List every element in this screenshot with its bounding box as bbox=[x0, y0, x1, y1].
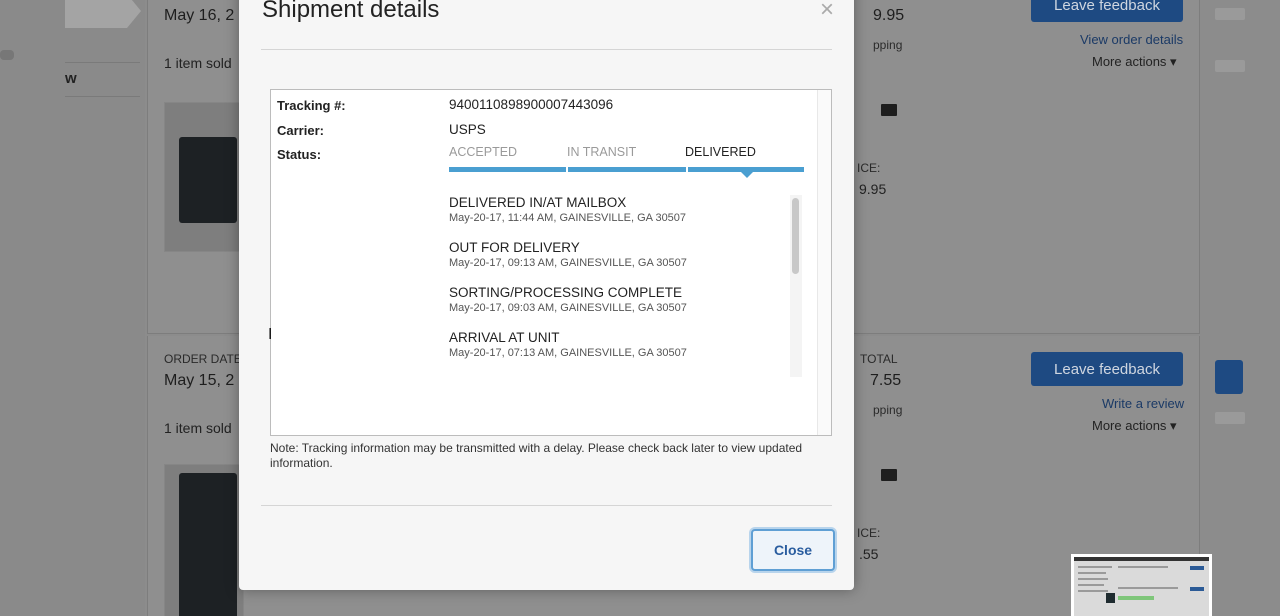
nav-dot bbox=[0, 50, 14, 60]
list-item: DELIVERED IN/AT MAILBOX May-20-17, 11:44… bbox=[449, 195, 794, 240]
preview-image bbox=[1106, 593, 1115, 603]
item-thumbnail[interactable] bbox=[164, 464, 244, 616]
order-date: May 15, 2 bbox=[164, 372, 235, 389]
preview-line bbox=[1078, 590, 1108, 592]
tracking-note: Note: Tracking information may be transm… bbox=[270, 441, 803, 470]
item-image bbox=[179, 473, 237, 616]
nav-divider bbox=[65, 96, 140, 97]
order-total-label: TOTAL bbox=[860, 352, 898, 366]
dialog-title: Shipment details bbox=[262, 0, 440, 23]
scrollbar-thumb[interactable] bbox=[792, 198, 799, 274]
tracking-events-list: DELIVERED IN/AT MAILBOX May-20-17, 11:44… bbox=[449, 195, 794, 380]
close-icon[interactable]: × bbox=[820, 0, 834, 22]
panel-scrollbar[interactable] bbox=[817, 90, 831, 435]
preview-line bbox=[1078, 566, 1112, 568]
nav-item[interactable]: w bbox=[65, 70, 77, 87]
shipping-text: pping bbox=[873, 403, 903, 417]
event-meta: May-20-17, 07:13 AM, GAINESVILLE, GA 305… bbox=[449, 347, 687, 359]
preview-line bbox=[1078, 584, 1104, 586]
progress-segment bbox=[449, 167, 566, 172]
items-sold: 1 item sold bbox=[164, 420, 232, 436]
tracking-number: 9400110898900007443096 bbox=[449, 97, 614, 112]
envelope-icon[interactable] bbox=[881, 104, 897, 116]
preview-thumbnail[interactable] bbox=[1071, 554, 1212, 616]
side-panel-item bbox=[1215, 60, 1245, 72]
more-actions-menu[interactable]: More actions bbox=[1092, 54, 1177, 70]
tracking-panel: Tracking #: 9400110898900007443096 Carri… bbox=[270, 89, 832, 436]
nav-divider bbox=[65, 62, 140, 63]
item-image bbox=[179, 137, 237, 223]
carrier-value: USPS bbox=[449, 122, 486, 137]
write-review-link[interactable]: Write a review bbox=[1102, 396, 1184, 411]
side-panel-button[interactable] bbox=[1215, 360, 1243, 394]
order-date-label: ORDER DATE bbox=[164, 352, 242, 366]
item-price: .55 bbox=[859, 546, 879, 562]
event-title: OUT FOR DELIVERY bbox=[449, 240, 580, 255]
item-thumbnail[interactable] bbox=[164, 102, 244, 252]
preview-line bbox=[1118, 587, 1178, 589]
event-title: SORTING/PROCESSING COMPLETE bbox=[449, 285, 683, 300]
step-accepted: ACCEPTED bbox=[449, 145, 518, 159]
preview-line bbox=[1078, 578, 1108, 580]
event-meta: May-20-17, 11:44 AM, GAINESVILLE, GA 305… bbox=[449, 212, 687, 224]
view-order-details-link[interactable]: View order details bbox=[1080, 32, 1183, 47]
preview-bar bbox=[1074, 557, 1209, 561]
divider bbox=[261, 505, 832, 506]
order-total: 9.95 bbox=[873, 7, 905, 24]
event-title: DELIVERED IN/AT MAILBOX bbox=[449, 195, 627, 210]
carrier-label: Carrier: bbox=[277, 123, 324, 138]
items-sold: 1 item sold bbox=[164, 55, 232, 71]
list-item: SORTING/PROCESSING COMPLETE May-20-17, 0… bbox=[449, 285, 794, 330]
order-date: May 16, 2 bbox=[164, 7, 235, 24]
nav-arrow bbox=[65, 0, 141, 28]
divider bbox=[261, 49, 832, 50]
leave-feedback-button[interactable]: Leave feedback bbox=[1031, 352, 1183, 386]
status-progress: ACCEPTED IN TRANSIT DELIVERED bbox=[449, 145, 805, 178]
leave-feedback-button[interactable]: Leave feedback bbox=[1031, 0, 1183, 22]
preview-line bbox=[1118, 566, 1168, 568]
price-label: ICE: bbox=[857, 161, 881, 175]
envelope-icon[interactable] bbox=[881, 469, 897, 481]
close-button[interactable]: Close bbox=[751, 529, 835, 571]
step-in-transit: IN TRANSIT bbox=[567, 145, 637, 159]
text-cursor-icon: I bbox=[268, 325, 273, 343]
event-title: ARRIVAL AT UNIT bbox=[449, 330, 560, 345]
step-delivered: DELIVERED bbox=[685, 145, 756, 159]
order-total: 7.55 bbox=[870, 372, 902, 389]
price-label: ICE: bbox=[857, 526, 881, 540]
preview-line bbox=[1078, 572, 1106, 574]
list-item: OUT FOR DELIVERY May-20-17, 09:13 AM, GA… bbox=[449, 240, 794, 285]
event-meta: May-20-17, 09:03 AM, GAINESVILLE, GA 305… bbox=[449, 302, 687, 314]
preview-button bbox=[1190, 566, 1204, 570]
side-panel-item bbox=[1215, 412, 1245, 424]
status-label: Status: bbox=[277, 147, 322, 162]
item-price: 9.95 bbox=[859, 181, 887, 197]
list-item: ARRIVAL AT UNIT May-20-17, 07:13 AM, GAI… bbox=[449, 330, 794, 375]
shipment-details-dialog: Shipment details × Tracking #: 940011089… bbox=[239, 0, 854, 590]
left-nav: w bbox=[0, 0, 145, 616]
progress-segment bbox=[568, 167, 686, 172]
shipping-text: pping bbox=[873, 38, 903, 52]
events-scrollbar[interactable] bbox=[790, 195, 802, 377]
side-panel-item bbox=[1215, 8, 1245, 20]
tracking-number-label: Tracking #: bbox=[277, 98, 346, 113]
more-actions-menu[interactable]: More actions bbox=[1092, 418, 1177, 434]
event-meta: May-20-17, 09:13 AM, GAINESVILLE, GA 305… bbox=[449, 257, 687, 269]
preview-button bbox=[1190, 587, 1204, 591]
current-step-caret-icon bbox=[741, 172, 753, 178]
preview-highlight bbox=[1118, 596, 1154, 600]
